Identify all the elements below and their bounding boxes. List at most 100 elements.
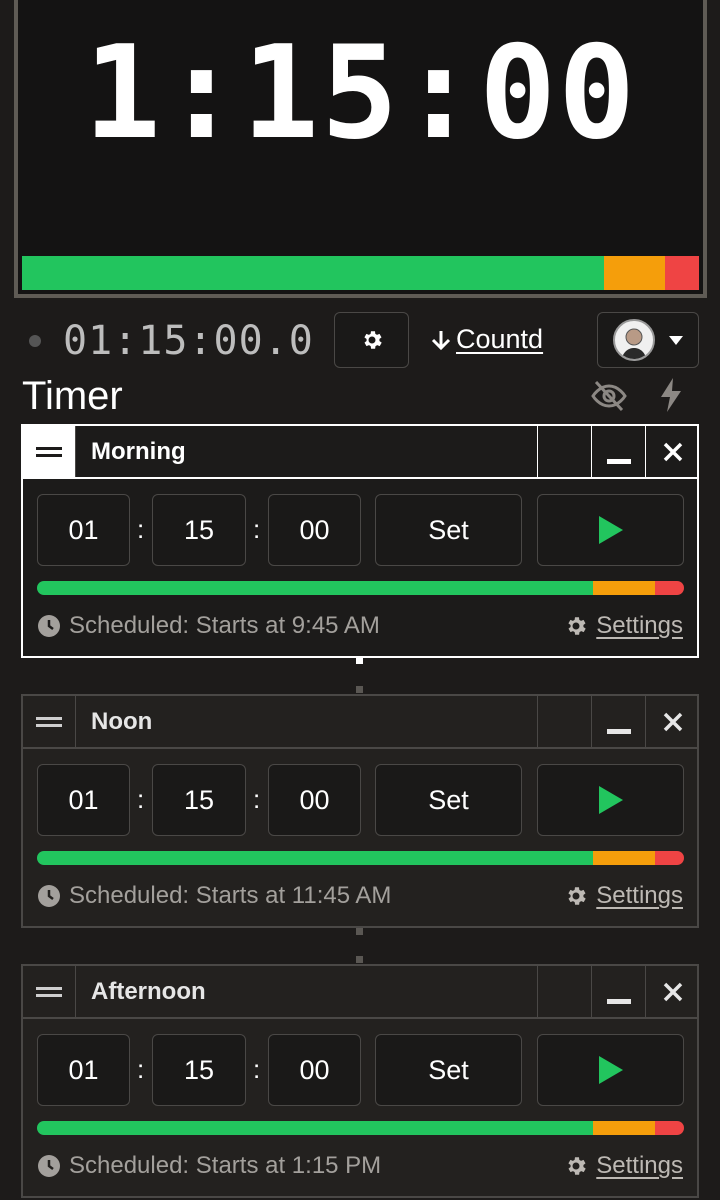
minimize-button[interactable]	[591, 696, 645, 747]
timer-progress-bar	[37, 851, 684, 865]
header-spacer	[537, 696, 591, 747]
set-button[interactable]: Set	[375, 1034, 522, 1106]
gear-icon	[363, 331, 382, 349]
hours-input[interactable]: 01	[37, 494, 130, 566]
drag-handle[interactable]	[23, 696, 76, 747]
drag-handle-icon	[36, 446, 62, 457]
timer-card-header: Morning	[23, 426, 697, 479]
delete-button[interactable]	[645, 966, 699, 1017]
colon-separator: :	[253, 1054, 261, 1084]
progress-green	[37, 1121, 594, 1135]
bolt-icon[interactable]	[659, 378, 683, 412]
timer-progress-bar	[37, 1121, 684, 1135]
play-icon	[598, 1056, 623, 1084]
drag-handle[interactable]	[23, 966, 76, 1017]
settings-button[interactable]	[334, 312, 409, 368]
colon-separator: :	[137, 1054, 145, 1084]
controls-bar: 01:15:00.0 Countd	[0, 312, 720, 370]
minimize-button[interactable]	[591, 426, 645, 477]
countdown-mode-button[interactable]: Countd	[430, 324, 543, 355]
start-button[interactable]	[537, 1034, 684, 1106]
clock-icon	[38, 885, 60, 907]
minimize-icon	[606, 998, 631, 1004]
hours-input[interactable]: 01	[37, 1034, 130, 1106]
timer-card-noon: Noon 01 : 15 : 00 Set Scheduled: Starts …	[21, 694, 699, 928]
progress-orange	[593, 581, 655, 595]
progress-orange	[593, 1121, 655, 1135]
progress-green	[37, 581, 594, 595]
time-readout: 01:15:00.0	[63, 318, 314, 364]
timer-card-header: Noon	[23, 696, 697, 749]
gear-icon	[568, 617, 586, 635]
drag-handle-icon	[36, 986, 62, 997]
drag-handle[interactable]	[23, 426, 76, 477]
eye-off-icon[interactable]	[590, 380, 628, 412]
schedule-info: Scheduled: Starts at 1:15 PM	[37, 1152, 381, 1180]
timer-settings-link[interactable]: Settings	[564, 882, 683, 910]
progress-green	[37, 851, 594, 865]
minutes-input[interactable]: 15	[152, 494, 246, 566]
minimize-icon	[606, 458, 631, 464]
set-button[interactable]: Set	[375, 494, 522, 566]
start-button[interactable]	[537, 764, 684, 836]
chevron-down-icon	[669, 335, 683, 345]
progress-green	[22, 256, 605, 290]
colon-separator: :	[137, 784, 145, 814]
delete-button[interactable]	[645, 696, 699, 747]
settings-label: Settings	[596, 882, 683, 909]
schedule-info: Scheduled: Starts at 9:45 AM	[37, 612, 380, 640]
close-icon	[663, 442, 682, 461]
settings-label: Settings	[596, 612, 683, 639]
timer-card-header: Afternoon	[23, 966, 697, 1019]
clock-icon	[38, 615, 60, 637]
minimize-button[interactable]	[591, 966, 645, 1017]
user-menu-button[interactable]	[597, 312, 699, 368]
schedule-info: Scheduled: Starts at 11:45 AM	[37, 882, 391, 910]
colon-separator: :	[253, 514, 261, 544]
timer-title[interactable]: Morning	[91, 438, 186, 466]
timer-title[interactable]: Noon	[91, 708, 152, 736]
connector-dot	[356, 928, 363, 935]
drag-handle-icon	[36, 716, 62, 727]
start-button[interactable]	[537, 494, 684, 566]
timer-card-afternoon: Afternoon 01 : 15 : 00 Set Scheduled: St…	[21, 964, 699, 1198]
minutes-input[interactable]: 15	[152, 1034, 246, 1106]
gear-icon	[568, 887, 586, 905]
connector-dot	[356, 956, 363, 963]
connector-dot	[356, 686, 363, 693]
seconds-input[interactable]: 00	[268, 1034, 361, 1106]
preview-clock: 1:15:00	[83, 19, 638, 168]
connector-dot	[356, 657, 363, 664]
header-spacer	[537, 966, 591, 1017]
timer-progress-bar	[37, 581, 684, 595]
avatar	[613, 319, 655, 361]
seconds-input[interactable]: 00	[268, 494, 361, 566]
gear-icon	[568, 1157, 586, 1175]
progress-orange	[593, 851, 655, 865]
progress-orange	[604, 256, 666, 290]
preview-progress-bar	[22, 256, 699, 290]
seconds-input[interactable]: 00	[268, 764, 361, 836]
play-icon	[598, 786, 623, 814]
set-button[interactable]: Set	[375, 764, 522, 836]
timer-settings-link[interactable]: Settings	[564, 1152, 683, 1180]
colon-separator: :	[253, 784, 261, 814]
colon-separator: :	[137, 514, 145, 544]
timer-title[interactable]: Afternoon	[91, 978, 206, 1006]
progress-red	[654, 1121, 684, 1135]
play-icon	[598, 516, 623, 544]
progress-red	[654, 581, 684, 595]
hours-input[interactable]: 01	[37, 764, 130, 836]
schedule-text: Scheduled: Starts at 9:45 AM	[69, 612, 380, 639]
delete-button[interactable]	[645, 426, 699, 477]
close-icon	[663, 712, 682, 731]
timer-card-morning: Morning 01 : 15 : 00 Set Scheduled: Star…	[21, 424, 699, 658]
minutes-input[interactable]: 15	[152, 764, 246, 836]
progress-red	[654, 851, 684, 865]
timer-preview: 1:15:00	[14, 0, 707, 298]
timer-settings-link[interactable]: Settings	[564, 612, 683, 640]
settings-label: Settings	[596, 1152, 683, 1179]
countdown-label: Countd	[456, 324, 544, 354]
page-title: Timer	[22, 374, 123, 418]
clock-icon	[38, 1155, 60, 1177]
